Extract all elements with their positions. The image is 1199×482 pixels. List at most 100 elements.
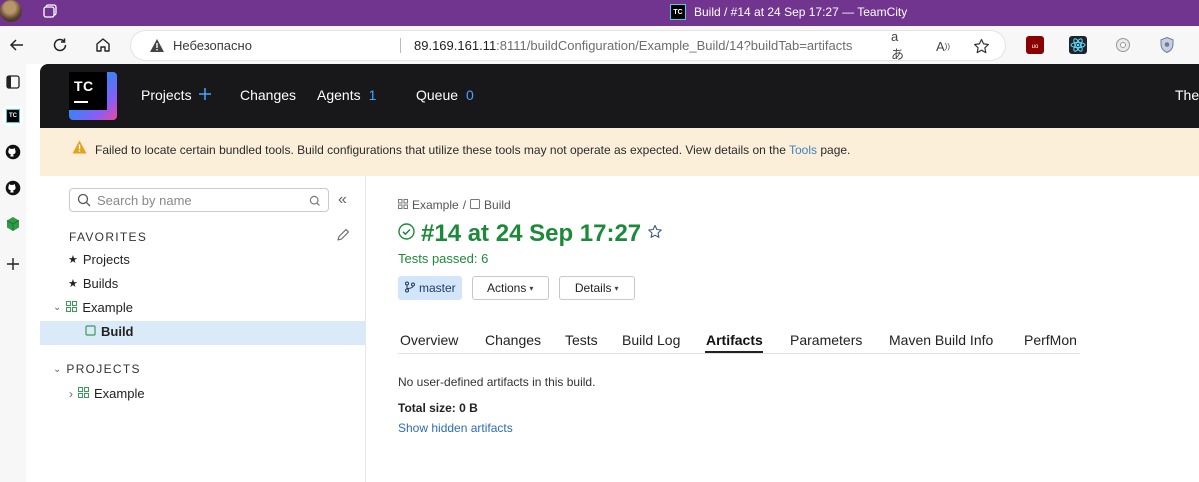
warning-icon[interactable]	[149, 38, 165, 58]
react-devtools-icon[interactable]	[1069, 36, 1087, 54]
reload-icon[interactable]	[48, 33, 72, 57]
favorite-build-config[interactable]: Build	[85, 324, 134, 339]
favorite-builds[interactable]: ★ Builds	[68, 276, 118, 291]
collapse-sidebar-icon[interactable]: «	[338, 192, 347, 208]
build-title: #14 at 24 Sep 17:27	[398, 220, 663, 248]
search-input[interactable]	[97, 191, 297, 209]
tools-link[interactable]: Tools	[789, 143, 817, 157]
project-example[interactable]: › Example	[69, 386, 145, 401]
teamcity-icon[interactable]: TC	[3, 106, 23, 126]
tab-icon[interactable]	[3, 72, 23, 92]
read-aloud-icon[interactable]: A))	[934, 37, 952, 55]
search-box[interactable]	[69, 188, 329, 212]
header-right-text[interactable]: The	[1175, 87, 1199, 103]
project-grid-icon	[66, 300, 78, 315]
warning-banner: Failed to locate certain bundled tools. …	[40, 128, 1199, 176]
url-text[interactable]: 89.169.161.11:8111/buildConfiguration/Ex…	[414, 38, 852, 53]
browser-toolbar: Небезопасно 89.169.161.11:8111/buildConf…	[0, 26, 1199, 64]
chevron-right-icon[interactable]: ›	[69, 387, 73, 401]
add-project-icon[interactable]	[198, 87, 212, 101]
actions-dropdown[interactable]: Actions ▾	[471, 276, 549, 300]
tab-perfmon[interactable]: PerfMon	[1024, 332, 1077, 348]
favorites-heading: FAVORITES	[69, 230, 148, 244]
ublock-icon[interactable]: uo	[1026, 36, 1044, 54]
branch-icon	[404, 281, 416, 296]
shield-extension-icon[interactable]	[1158, 36, 1176, 54]
url-host: 89.169.161.11	[414, 38, 497, 53]
address-bar[interactable]: Небезопасно 89.169.161.11:8111/buildConf…	[131, 29, 1005, 62]
logo-bar	[74, 101, 88, 103]
breadcrumb-config-link[interactable]: Build	[484, 198, 511, 212]
star-icon: ★	[68, 278, 78, 290]
svg-text:uo: uo	[1032, 44, 1039, 50]
teamcity-mini-logo: TC	[6, 109, 20, 123]
query-icon[interactable]	[309, 194, 321, 212]
project-grid-icon	[398, 198, 408, 212]
favorite-build-label: Build	[101, 324, 134, 339]
build-config-icon	[85, 324, 96, 339]
tab-build-log[interactable]: Build Log	[622, 332, 680, 348]
build-config-icon	[470, 198, 481, 212]
edit-favorites-icon[interactable]	[336, 228, 350, 247]
star-icon[interactable]	[647, 224, 663, 245]
nav-changes[interactable]: Changes	[240, 87, 296, 103]
back-icon[interactable]	[5, 33, 29, 57]
banner-text: Failed to locate certain bundled tools. …	[95, 143, 786, 157]
banner-message: Failed to locate certain bundled tools. …	[95, 143, 850, 157]
url-path: :8111/buildConfiguration/Example_Build/1…	[496, 38, 853, 53]
cube-icon[interactable]	[3, 214, 23, 234]
banner-suffix: page.	[820, 143, 851, 157]
window-title: TC Build / #14 at 24 Sep 17:27 — TeamCit…	[670, 3, 907, 21]
agents-count: 1	[368, 87, 377, 103]
project-example-label: Example	[94, 386, 145, 401]
tab-changes[interactable]: Changes	[485, 332, 541, 348]
nav-projects[interactable]: Projects	[141, 87, 192, 103]
add-icon[interactable]	[3, 254, 23, 274]
favorite-example-project[interactable]: ⌄ Example	[53, 300, 133, 315]
home-icon[interactable]	[91, 33, 115, 57]
build-number-title: #14 at 24 Sep 17:27	[421, 220, 642, 247]
favorite-projects[interactable]: ★ Projects	[68, 252, 130, 267]
details-dropdown[interactable]: Details ▾	[558, 276, 635, 300]
projects-heading: PROJECTS	[66, 362, 141, 376]
breadcrumb: Example / Build	[398, 198, 511, 212]
translate-icon[interactable]: aあ	[891, 29, 909, 62]
teamcity-favicon: TC	[670, 4, 686, 20]
nav-agents-label: Agents	[317, 87, 361, 103]
profile-avatar[interactable]	[0, 0, 22, 22]
actions-label: Actions	[487, 281, 527, 295]
favorite-builds-label: Builds	[82, 276, 119, 291]
teamcity-header: TC Projects Changes Agents 1 Queue 0 The	[40, 64, 1199, 128]
tab-maven-build-info[interactable]: Maven Build Info	[889, 332, 993, 348]
extension-icon[interactable]	[1114, 36, 1132, 54]
total-size: Total size: 0 B	[398, 401, 478, 415]
show-hidden-artifacts-link[interactable]: Show hidden artifacts	[398, 421, 513, 435]
projects-section-toggle[interactable]: ⌄ PROJECTS	[53, 362, 141, 376]
warning-icon	[72, 140, 87, 157]
branch-label: master	[419, 281, 456, 295]
tab-tests[interactable]: Tests	[565, 332, 598, 348]
teamcity-logo[interactable]: TC	[69, 72, 117, 120]
chevron-down-icon[interactable]: ⌄	[53, 364, 61, 375]
nav-queue[interactable]: Queue 0	[416, 87, 474, 103]
active-tab-indicator	[705, 351, 763, 353]
tab-parameters[interactable]: Parameters	[790, 332, 862, 348]
success-check-icon	[398, 223, 415, 245]
favorite-star-icon[interactable]	[972, 37, 990, 55]
tab-actions-icon[interactable]	[42, 3, 58, 19]
star-icon: ★	[68, 254, 78, 266]
github-icon[interactable]	[3, 142, 23, 162]
chevron-down-icon[interactable]: ⌄	[53, 302, 61, 313]
build-tabs: Overview Changes Tests Build Log Artifac…	[398, 326, 1080, 354]
tab-overview[interactable]: Overview	[400, 332, 458, 348]
github-icon-2[interactable]	[3, 178, 23, 198]
tests-passed-status[interactable]: Tests passed: 6	[398, 251, 488, 266]
insecure-label[interactable]: Небезопасно	[173, 38, 252, 53]
tab-artifacts[interactable]: Artifacts	[706, 332, 763, 348]
breadcrumb-project-link[interactable]: Example	[412, 198, 459, 212]
search-icon	[77, 193, 91, 212]
branch-badge[interactable]: master	[398, 276, 462, 300]
chevron-down-icon: ▾	[529, 283, 534, 293]
nav-agents[interactable]: Agents 1	[317, 87, 376, 103]
queue-count: 0	[466, 87, 474, 103]
